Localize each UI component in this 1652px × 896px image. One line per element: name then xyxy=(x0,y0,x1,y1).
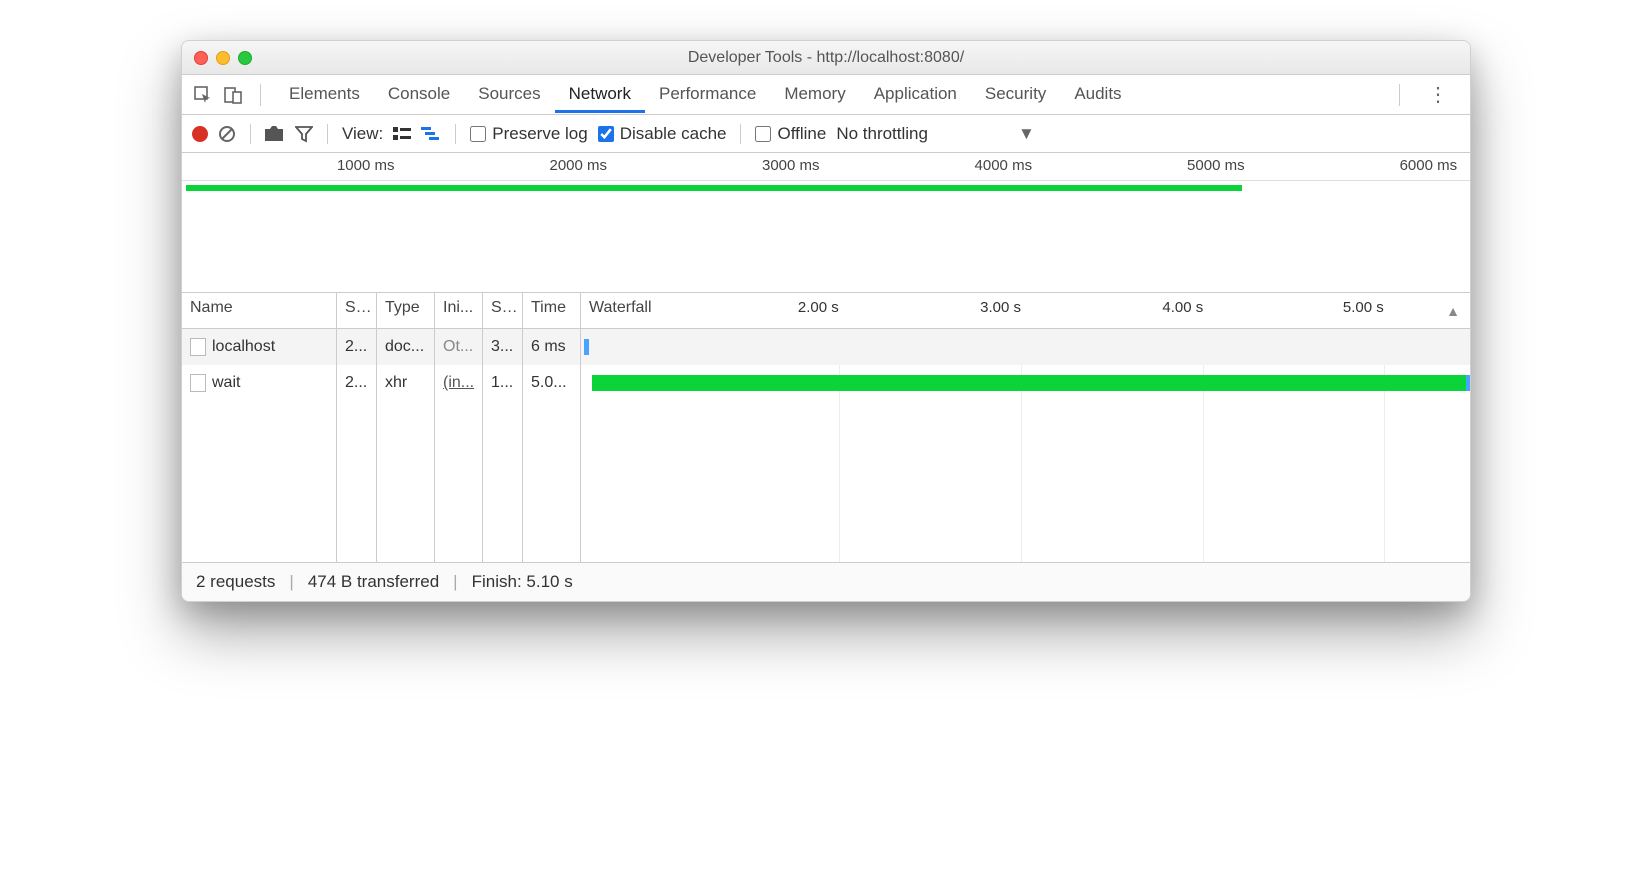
timeline-activity-bar xyxy=(186,185,1242,191)
separator xyxy=(327,124,328,144)
file-icon xyxy=(190,374,206,392)
separator: | xyxy=(289,572,293,592)
status-transferred: 474 B transferred xyxy=(308,572,439,592)
cell-status[interactable]: 2... xyxy=(337,365,376,401)
tab-security[interactable]: Security xyxy=(971,76,1060,113)
separator xyxy=(1399,84,1400,106)
tab-application[interactable]: Application xyxy=(860,76,971,113)
waterfall-bar xyxy=(592,375,1468,391)
request-name: wait xyxy=(212,374,240,392)
tab-elements[interactable]: Elements xyxy=(275,76,374,113)
preserve-log-input[interactable] xyxy=(470,126,486,142)
waterfall-tick: 3.00 s xyxy=(980,299,1021,316)
cell-size[interactable]: 3... xyxy=(483,329,522,365)
waterfall-bar xyxy=(584,339,589,355)
cell-type[interactable]: xhr xyxy=(377,365,434,401)
header-initiator[interactable]: Ini... xyxy=(435,293,482,329)
header-name[interactable]: Name xyxy=(182,293,336,329)
preserve-log-checkbox[interactable]: Preserve log xyxy=(470,124,587,144)
header-status[interactable]: S... xyxy=(337,293,376,329)
disable-cache-checkbox[interactable]: Disable cache xyxy=(598,124,727,144)
waterfall-row[interactable] xyxy=(581,329,1470,365)
disable-cache-input[interactable] xyxy=(598,126,614,142)
separator xyxy=(260,84,261,106)
col-time: Time 6 ms5.0... xyxy=(523,293,581,562)
timeline-tick: 2000 ms xyxy=(549,157,607,174)
status-finish: Finish: 5.10 s xyxy=(472,572,573,592)
record-button[interactable] xyxy=(192,126,208,142)
timeline-ruler: 1000 ms 2000 ms 3000 ms 4000 ms 5000 ms 6000 … xyxy=(182,153,1470,181)
sort-indicator-icon: ▲ xyxy=(1446,303,1460,319)
tab-performance[interactable]: Performance xyxy=(645,76,770,113)
header-type[interactable]: Type xyxy=(377,293,434,329)
col-status: S... 2...2... xyxy=(337,293,377,562)
cell-name[interactable]: wait xyxy=(182,365,336,401)
dropdown-icon: ▼ xyxy=(1018,124,1035,144)
offline-checkbox[interactable]: Offline xyxy=(755,124,826,144)
panel-tabs: ElementsConsoleSourcesNetworkPerformance… xyxy=(182,75,1470,115)
file-icon xyxy=(190,338,206,356)
waterfall-row[interactable] xyxy=(581,365,1470,401)
cell-type[interactable]: doc... xyxy=(377,329,434,365)
capture-screenshots-icon[interactable] xyxy=(265,126,285,142)
view-large-icon[interactable] xyxy=(393,127,411,141)
clear-button[interactable] xyxy=(218,125,236,143)
cell-time[interactable]: 6 ms xyxy=(523,329,580,365)
timeline-tick: 5000 ms xyxy=(1187,157,1245,174)
cell-size[interactable]: 1... xyxy=(483,365,522,401)
cell-initiator[interactable]: (in... xyxy=(435,365,482,401)
offline-input[interactable] xyxy=(755,126,771,142)
status-bar: 2 requests | 474 B transferred | Finish:… xyxy=(182,563,1470,601)
preserve-log-label: Preserve log xyxy=(492,124,587,144)
tab-console[interactable]: Console xyxy=(374,76,464,113)
disable-cache-label: Disable cache xyxy=(620,124,727,144)
request-name: localhost xyxy=(212,338,275,356)
col-initiator: Ini... Ot...(in... xyxy=(435,293,483,562)
header-time[interactable]: Time xyxy=(523,293,580,329)
more-options-icon[interactable]: ⋮ xyxy=(1414,82,1462,107)
timeline-tick: 3000 ms xyxy=(762,157,820,174)
throttling-value: No throttling xyxy=(836,124,928,144)
throttling-select[interactable]: No throttling ▼ xyxy=(836,124,1035,144)
view-waterfall-icon[interactable] xyxy=(421,127,441,141)
offline-label: Offline xyxy=(777,124,826,144)
cell-time[interactable]: 5.0... xyxy=(523,365,580,401)
separator xyxy=(740,124,741,144)
inspect-element-icon[interactable] xyxy=(190,82,216,108)
requests-table: Name localhost wait S... 2...2... Type do… xyxy=(182,293,1470,563)
tab-audits[interactable]: Audits xyxy=(1060,76,1135,113)
window-titlebar[interactable]: Developer Tools - http://localhost:8080/ xyxy=(182,41,1470,75)
network-toolbar: View: Preserve log Disable cache Offline… xyxy=(182,115,1470,153)
tab-sources[interactable]: Sources xyxy=(464,76,554,113)
cell-initiator[interactable]: Ot... xyxy=(435,329,482,365)
tab-memory[interactable]: Memory xyxy=(770,76,859,113)
timeline-tick: 6000 ms xyxy=(1400,157,1458,174)
device-toolbar-icon[interactable] xyxy=(220,82,246,108)
col-type: Type doc...xhr xyxy=(377,293,435,562)
separator: | xyxy=(453,572,457,592)
window-title: Developer Tools - http://localhost:8080/ xyxy=(182,49,1470,67)
col-waterfall: Waterfall 2.00 s 3.00 s 4.00 s 5.00 s ▲ xyxy=(581,293,1470,562)
waterfall-tick: 2.00 s xyxy=(798,299,839,316)
waterfall-tick: 4.00 s xyxy=(1162,299,1203,316)
waterfall-tick: 5.00 s xyxy=(1343,299,1384,316)
waterfall-bar-tail xyxy=(1466,375,1470,391)
header-size[interactable]: S... xyxy=(483,293,522,329)
col-name: Name localhost wait xyxy=(182,293,337,562)
separator xyxy=(250,124,251,144)
header-waterfall-label: Waterfall xyxy=(589,299,652,316)
col-size: S... 3...1... xyxy=(483,293,523,562)
status-requests: 2 requests xyxy=(196,572,275,592)
devtools-window: Developer Tools - http://localhost:8080/… xyxy=(181,40,1471,602)
separator xyxy=(455,124,456,144)
cell-name[interactable]: localhost xyxy=(182,329,336,365)
overview-timeline[interactable]: 1000 ms 2000 ms 3000 ms 4000 ms 5000 ms 6000 … xyxy=(182,153,1470,293)
cell-status[interactable]: 2... xyxy=(337,329,376,365)
tab-network[interactable]: Network xyxy=(555,76,645,113)
view-label: View: xyxy=(342,124,383,144)
timeline-tick: 4000 ms xyxy=(975,157,1033,174)
filter-icon[interactable] xyxy=(295,125,313,143)
timeline-tick: 1000 ms xyxy=(337,157,395,174)
header-waterfall[interactable]: Waterfall 2.00 s 3.00 s 4.00 s 5.00 s ▲ xyxy=(581,293,1470,329)
